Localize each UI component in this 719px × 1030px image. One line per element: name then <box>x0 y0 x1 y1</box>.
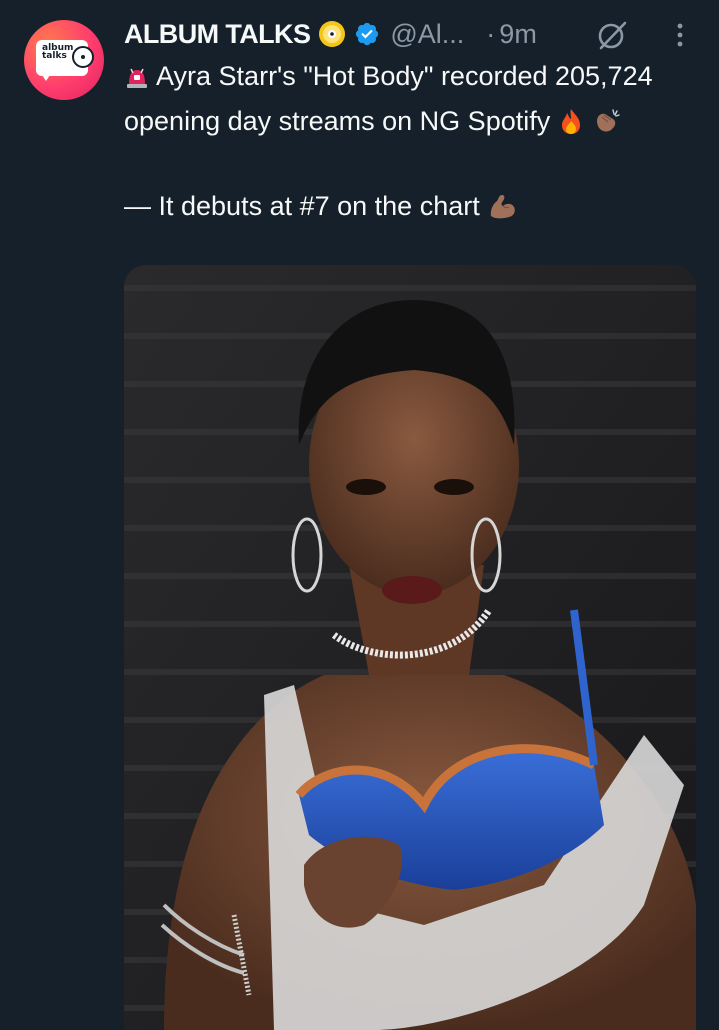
grok-icon[interactable] <box>595 18 629 52</box>
avatar[interactable]: album talks <box>24 20 104 100</box>
speech-bubble-tail <box>40 72 52 81</box>
clapping-hands-emoji <box>591 106 621 146</box>
police-light-emoji <box>124 61 150 101</box>
tweet-line-1: Ayra Starr's "Hot Body" recorded 205,724… <box>124 56 694 146</box>
tweet-text: Ayra Starr's "Hot Body" recorded 205,724… <box>124 56 694 231</box>
tweet-line-2: — It debuts at #7 on the chart <box>124 186 694 231</box>
fire-emoji <box>558 106 584 146</box>
tweet[interactable]: album talks ALBUM TALKS @Al... · 9m Ayra… <box>0 0 719 1030</box>
separator: · <box>486 18 496 49</box>
tweet-line-2-text: — It debuts at #7 on the chart <box>124 191 480 221</box>
avatar-logo: album talks <box>36 40 94 76</box>
timestamp[interactable]: 9m <box>499 19 537 50</box>
cd-badge-icon <box>318 20 346 48</box>
tweet-media-photo[interactable] <box>124 265 696 1030</box>
flexed-biceps-emoji <box>487 191 519 231</box>
tweet-header: ALBUM TALKS @Al... · 9m <box>124 14 537 54</box>
avatar-logo-text: album talks <box>42 43 74 61</box>
display-name[interactable]: ALBUM TALKS <box>124 19 311 50</box>
handle[interactable]: @Al... <box>390 19 464 50</box>
verified-badge-icon[interactable] <box>354 21 380 47</box>
vinyl-disc-icon <box>72 46 94 68</box>
more-options-icon[interactable] <box>668 20 692 50</box>
